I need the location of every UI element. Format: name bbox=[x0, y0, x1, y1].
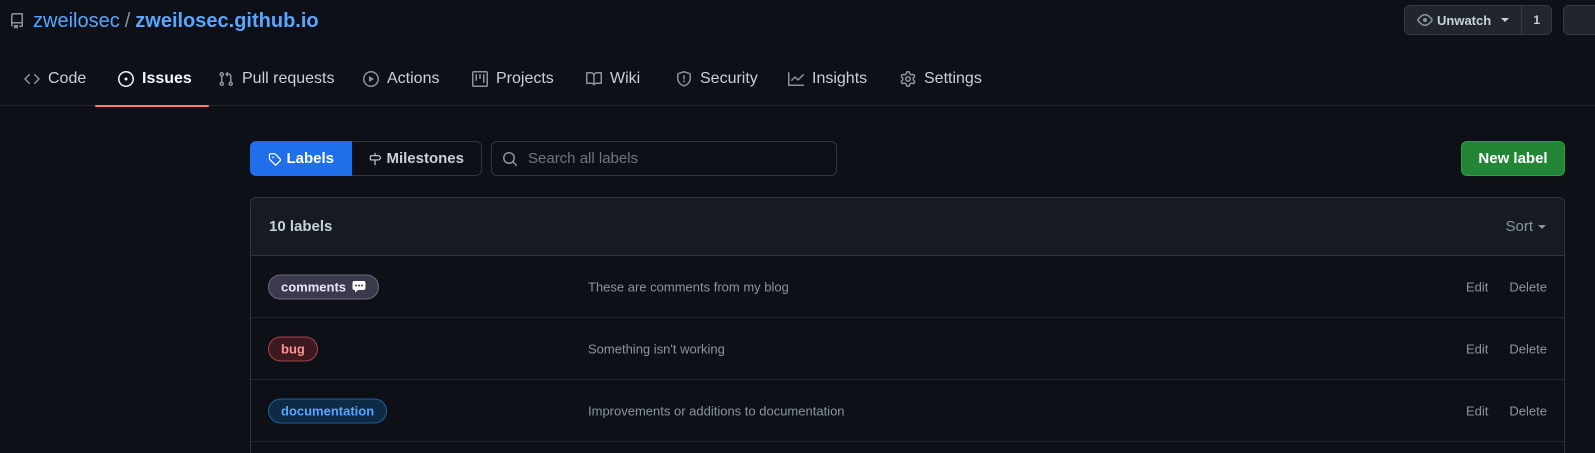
label-pill-bug[interactable]: bug bbox=[268, 336, 318, 361]
eye-icon bbox=[1417, 14, 1433, 26]
tab-security[interactable]: Security bbox=[676, 52, 758, 106]
new-label-button[interactable]: New label bbox=[1461, 141, 1565, 176]
labels-milestones-subnav: Labels Milestones bbox=[250, 141, 482, 176]
watch-group: Unwatch 1 bbox=[1404, 5, 1553, 35]
labels-subnav-button[interactable]: Labels bbox=[250, 141, 352, 176]
speech-balloon-icon bbox=[352, 281, 366, 293]
watchers-count[interactable]: 1 bbox=[1522, 5, 1553, 35]
unwatch-label: Unwatch bbox=[1437, 12, 1492, 28]
search-labels-input[interactable] bbox=[528, 150, 828, 167]
chevron-down-icon bbox=[1501, 18, 1510, 22]
tab-wiki-label: Wiki bbox=[610, 70, 641, 87]
edit-label-button[interactable]: Edit bbox=[1466, 341, 1488, 356]
tag-icon bbox=[268, 152, 282, 166]
label-row: comments These are comments from my blog… bbox=[251, 256, 1564, 318]
sort-label: Sort bbox=[1505, 218, 1533, 235]
tab-actions-label: Actions bbox=[387, 70, 440, 87]
label-actions: Edit Delete bbox=[1466, 279, 1547, 294]
git-pull-request-icon bbox=[219, 71, 234, 87]
labels-subnav-label: Labels bbox=[286, 150, 334, 167]
repo-header: zweilosec / zweilosec.github.io bbox=[9, 8, 319, 34]
label-row: bug Something isn't working Edit Delete bbox=[251, 318, 1564, 380]
tab-code[interactable]: Code bbox=[24, 52, 86, 106]
label-actions: Edit Delete bbox=[1466, 341, 1547, 356]
tab-insights[interactable]: Insights bbox=[788, 52, 867, 106]
gear-icon bbox=[900, 71, 916, 87]
tab-wiki[interactable]: Wiki bbox=[586, 52, 640, 106]
label-pill-documentation[interactable]: documentation bbox=[268, 398, 388, 423]
tab-code-label: Code bbox=[48, 70, 87, 87]
tab-pull-requests-label: Pull requests bbox=[242, 70, 335, 87]
issue-opened-icon bbox=[118, 71, 134, 87]
tab-security-label: Security bbox=[700, 70, 758, 87]
repo-name-link[interactable]: zweilosec.github.io bbox=[135, 10, 318, 33]
shield-icon bbox=[677, 71, 691, 87]
milestones-subnav-button[interactable]: Milestones bbox=[352, 141, 482, 176]
label-row: documentation Improvements or additions … bbox=[251, 380, 1564, 442]
label-name: comments bbox=[281, 279, 347, 294]
milestones-subnav-label: Milestones bbox=[386, 150, 464, 167]
tab-insights-label: Insights bbox=[812, 70, 868, 87]
labels-count: 10 labels bbox=[269, 218, 333, 235]
label-pill-comments[interactable]: comments bbox=[268, 274, 380, 299]
tab-projects[interactable]: Projects bbox=[472, 52, 554, 106]
unwatch-button[interactable]: Unwatch bbox=[1404, 5, 1523, 35]
label-name: bug bbox=[281, 341, 305, 356]
repo-path-separator: / bbox=[124, 9, 131, 32]
edit-label-button[interactable]: Edit bbox=[1466, 403, 1488, 418]
tab-issues-label: Issues bbox=[142, 70, 192, 87]
tab-projects-label: Projects bbox=[496, 70, 554, 87]
tab-settings-label: Settings bbox=[924, 70, 982, 87]
label-description: These are comments from my blog bbox=[588, 279, 789, 294]
tab-settings[interactable]: Settings bbox=[900, 52, 982, 106]
book-icon bbox=[586, 71, 602, 86]
repo-tabs: Code Issues Pull requests Actions Projec… bbox=[0, 52, 1595, 107]
labels-list: 10 labels Sort comments These are commen… bbox=[250, 197, 1565, 453]
graph-icon bbox=[788, 72, 804, 86]
label-name: documentation bbox=[281, 403, 375, 418]
labels-list-header: 10 labels Sort bbox=[251, 198, 1564, 256]
tab-issues[interactable]: Issues bbox=[95, 52, 209, 107]
delete-label-button[interactable]: Delete bbox=[1509, 403, 1547, 418]
search-labels-field bbox=[491, 141, 837, 176]
repo-owner-link[interactable]: zweilosec bbox=[33, 10, 120, 33]
delete-label-button[interactable]: Delete bbox=[1509, 279, 1547, 294]
label-actions: Edit Delete bbox=[1466, 403, 1547, 418]
delete-label-button[interactable]: Delete bbox=[1509, 341, 1547, 356]
repo-icon bbox=[10, 13, 23, 29]
search-icon bbox=[503, 151, 518, 166]
tab-pull-requests[interactable]: Pull requests bbox=[218, 52, 335, 106]
sort-dropdown[interactable]: Sort bbox=[1505, 218, 1546, 235]
star-button-partial[interactable] bbox=[1563, 5, 1595, 35]
edit-label-button[interactable]: Edit bbox=[1466, 279, 1488, 294]
milestone-icon bbox=[369, 152, 382, 165]
chevron-down-icon bbox=[1538, 224, 1546, 229]
tab-actions[interactable]: Actions bbox=[363, 52, 439, 106]
label-description: Something isn't working bbox=[588, 341, 725, 356]
label-description: Improvements or additions to documentati… bbox=[588, 403, 845, 418]
code-icon bbox=[24, 73, 40, 85]
project-icon bbox=[472, 71, 488, 87]
play-icon bbox=[363, 71, 379, 87]
